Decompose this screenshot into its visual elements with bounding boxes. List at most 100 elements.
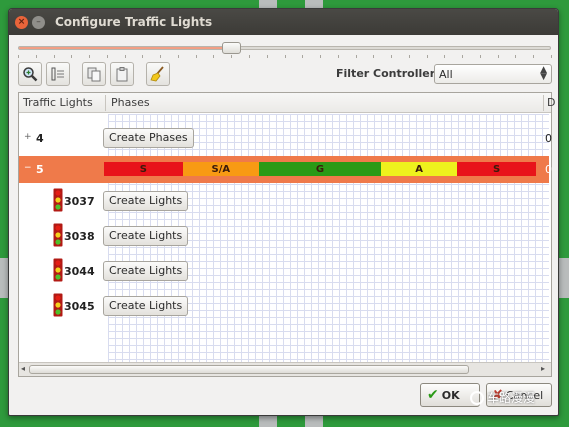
title-bar: × – Configure Traffic Lights [9,9,558,35]
phase-timeline[interactable]: S S/A G A S [104,162,536,176]
tree-row-controller[interactable]: + 4 Create Phases 0 [19,122,552,156]
slider-tick [408,55,410,58]
paste-button[interactable] [110,62,134,86]
horizontal-scrollbar[interactable]: ◂ ▸ [19,362,551,376]
slider-tick [479,55,481,58]
slider-tick [515,55,517,58]
map-road [0,258,8,298]
controller-id: 4 [36,132,44,145]
slider-tick [373,55,375,58]
list-icon [51,67,64,81]
slider-tick [142,55,144,58]
slider-tick [89,55,91,58]
slider-tick [248,55,250,58]
slider-tick [320,55,322,58]
zoom-button[interactable] [18,62,42,86]
tree-row-light[interactable]: 3038 Create Lights [19,221,549,255]
slider-tick [533,55,535,58]
slider-tick [195,55,197,58]
traffic-light-icon [53,188,63,212]
close-window-icon[interactable]: × [15,15,28,29]
collapse-icon[interactable]: − [24,163,32,173]
watermark-logo-icon [470,390,484,405]
slider-tick [497,55,499,58]
updown-arrow-icon: ▲ ▼ [540,65,547,82]
slider-tick [284,55,286,58]
time-slider-track[interactable] [18,46,551,50]
slider-tick [551,55,552,58]
slider-tick [266,55,268,58]
extra-value: 0 [545,132,552,145]
filter-controllers-select[interactable]: All ▲ ▼ [434,64,552,84]
expand-icon[interactable]: + [24,132,32,142]
light-id: 3037 [64,195,95,208]
phase-segment[interactable]: G [259,162,381,176]
light-id: 3044 [64,265,95,278]
traffic-light-icon [53,293,63,317]
slider-tick [124,55,126,58]
slider-tick [462,55,464,58]
filter-controllers-value: All [439,68,453,81]
create-lights-button[interactable]: Create Lights [103,191,189,211]
traffic-lights-tree[interactable]: Traffic Lights Phases D + 4 Create Phase… [18,92,555,377]
slider-tick [177,55,179,58]
filter-controllers-label: Filter Controllers [336,67,442,80]
slider-tick [231,55,233,58]
light-id: 3038 [64,230,95,243]
check-icon: ✔ [427,387,439,403]
slider-tick [106,55,108,58]
create-lights-button[interactable]: Create Lights [103,226,189,246]
create-lights-button[interactable]: Create Lights [103,261,189,281]
zoom-icon [23,67,38,82]
light-id: 3045 [64,300,95,313]
slider-tick [444,55,446,58]
phase-segment[interactable]: S [457,162,536,176]
slider-tick [160,55,162,58]
column-header-phases[interactable]: Phases [111,96,150,109]
extra-value: 0 [545,163,552,176]
slider-tick [391,55,393,58]
phase-segment[interactable]: S [104,162,183,176]
controller-id: 5 [36,163,44,176]
copy-button[interactable] [82,62,106,86]
phase-segment[interactable]: A [380,162,458,176]
watermark-text: 车路漫漫 [487,391,536,405]
scroll-right-icon[interactable]: ▸ [541,364,545,373]
create-phases-button[interactable]: Create Phases [103,128,194,148]
slider-tick [35,55,37,58]
minimize-window-icon[interactable]: – [32,15,45,29]
scroll-left-icon[interactable]: ◂ [21,364,25,373]
configure-traffic-lights-dialog: × – Configure Traffic Lights Filter Cont… [8,8,559,416]
watermark: 车路漫漫 [470,389,535,406]
tree-row-light[interactable]: 3044 Create Lights [19,256,549,290]
traffic-light-icon [53,258,63,282]
slider-tick [213,55,215,58]
slider-ticks [18,55,552,58]
traffic-light-icon [53,223,63,247]
map-road [259,416,277,427]
time-slider-fill [19,47,232,49]
slider-tick [18,55,19,58]
tree-row-controller-selected[interactable]: − 5 S S/A G A S 0 [19,156,552,183]
broom-icon [150,66,164,82]
column-separator[interactable] [105,95,106,111]
slider-tick [71,55,73,58]
create-lights-button[interactable]: Create Lights [103,296,189,316]
map-road [559,258,569,298]
cleanup-button[interactable] [146,62,170,86]
scrollbar-thumb[interactable] [29,365,469,374]
column-separator[interactable] [543,95,544,111]
slider-tick [426,55,428,58]
tree-row-light[interactable]: 3037 Create Lights [19,186,549,220]
list-button[interactable] [46,62,70,86]
column-header-traffic-lights[interactable]: Traffic Lights [23,96,93,109]
time-slider-handle[interactable] [222,42,242,54]
slider-tick [337,55,339,58]
copy-icon [87,67,101,82]
phase-segment[interactable]: S/A [182,162,260,176]
window-title: Configure Traffic Lights [55,15,213,29]
column-header-extra[interactable]: D [547,96,555,109]
slider-tick [302,55,304,58]
tree-row-light[interactable]: 3045 Create Lights [19,291,549,325]
tree-header: Traffic Lights Phases D [19,93,555,113]
